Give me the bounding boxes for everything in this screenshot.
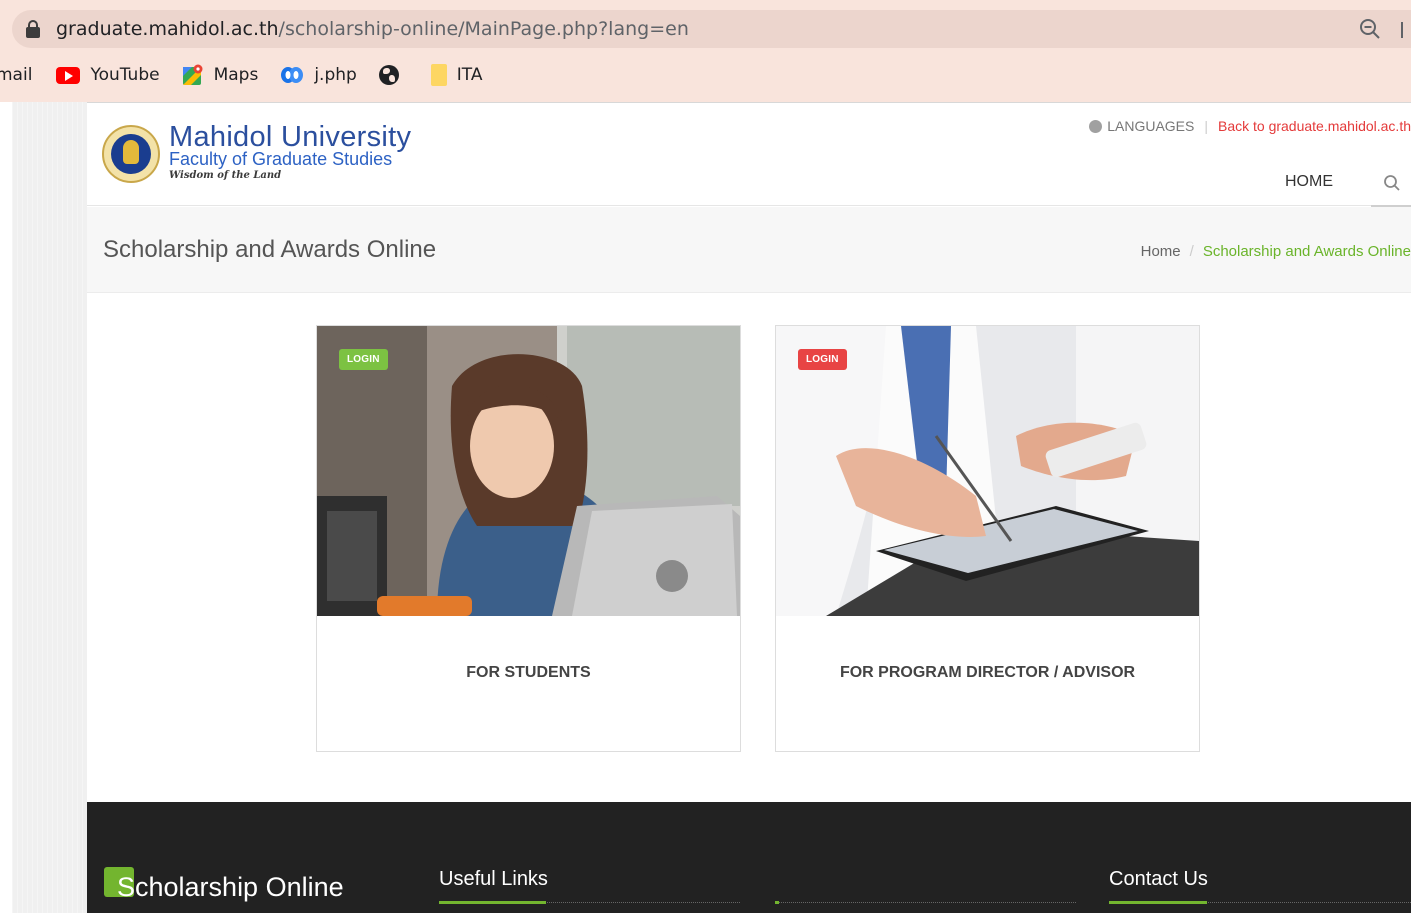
top-links: LANGUAGES | Back to graduate.mahidol.ac.… [1089,118,1411,134]
bookmark-jphp[interactable]: j.php [280,65,357,85]
brand-tagline: Wisdom of the Land [169,170,282,181]
install-icon[interactable] [1401,22,1411,38]
login-badge[interactable]: LOGIN [339,349,388,370]
languages-link[interactable]: LANGUAGES [1107,118,1194,134]
nav-search-button[interactable] [1371,161,1411,207]
card-label-advisor[interactable]: FOR PROGRAM DIRECTOR / ADVISOR [776,664,1199,682]
footer-useful-links-heading: Useful Links [439,868,548,890]
heading-accent [775,901,779,904]
url-text[interactable]: graduate.mahidol.ac.th/scholarship-onlin… [56,18,689,40]
nav-home[interactable]: HOME [1285,173,1333,191]
breadcrumb-current: Scholarship and Awards Online [1202,243,1411,260]
card-label-students[interactable]: FOR STUDENTS [317,664,740,682]
divider: | [1204,118,1208,134]
login-badge[interactable]: LOGIN [798,349,847,370]
meetingworks-icon [281,67,304,83]
bookmark-mail[interactable]: mail [0,65,32,85]
bookmark-maps[interactable]: Maps [182,64,258,86]
breadcrumb-separator: / [1189,243,1194,260]
breadcrumb: Home / Scholarship and Awards Online [1141,243,1411,260]
address-bar[interactable]: graduate.mahidol.ac.th/scholarship-onlin… [12,10,1411,48]
search-icon [1384,175,1400,191]
advisor-card[interactable]: LOGIN FOR PROGRAM DIRECTOR / ADVISOR [775,325,1200,752]
footer-contact-heading: Contact Us [1109,868,1208,890]
footer-logo-text[interactable]: Scholarship Online [117,872,344,903]
heading-accent [439,901,546,904]
divider [775,902,1076,903]
breadcrumb-home[interactable]: Home [1141,243,1181,260]
globe-icon [378,65,399,85]
main-container: Mahidol University Faculty of Graduate S… [87,102,1411,802]
page-title-bar: Scholarship and Awards Online Home / Schol… [87,207,1411,293]
folder-icon [430,64,447,86]
bookmark-globe[interactable] [378,65,409,85]
students-card[interactable]: LOGIN FOR STUDENTS [316,325,741,752]
youtube-icon [56,66,81,84]
site-header: Mahidol University Faculty of Graduate S… [87,102,1411,207]
browser-chrome: graduate.mahidol.ac.th/scholarship-onlin… [0,0,1411,102]
maps-icon [182,64,203,85]
page-title: Scholarship and Awards Online [103,236,437,263]
back-to-site-link[interactable]: Back to graduate.mahidol.ac.th [1218,118,1411,134]
heading-accent [1109,901,1207,904]
university-seal-logo[interactable] [102,125,160,183]
brand-faculty-name[interactable]: Faculty of Graduate Studies [169,149,392,170]
bookmark-youtube[interactable]: YouTube [56,65,160,85]
bookmark-ita[interactable]: ITA [430,64,483,86]
bookmarks-bar: mail YouTube Maps j.php ITA [0,60,505,90]
lock-icon[interactable] [26,20,40,38]
zoom-icon[interactable] [1359,18,1381,40]
globe-icon [1089,119,1103,133]
site-footer: Scholarship Online Useful Links Contact … [87,802,1411,913]
